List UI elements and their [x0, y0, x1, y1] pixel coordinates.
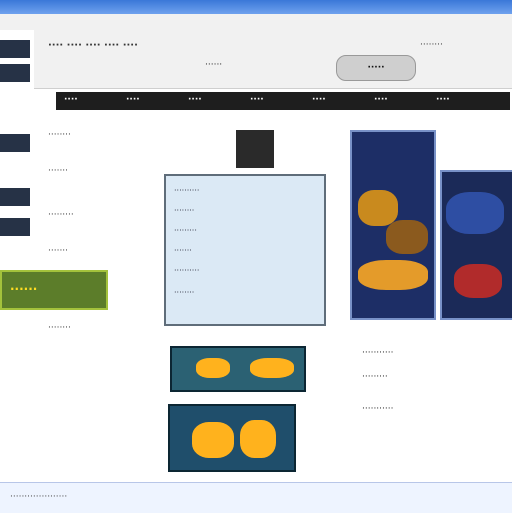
nav-item[interactable]: ···· [312, 95, 326, 105]
thumb-image [250, 358, 294, 378]
rail-block[interactable] [0, 218, 30, 236]
nav-item[interactable]: ···· [250, 95, 264, 105]
site-title: ···· ···· ···· ···· ···· [48, 40, 138, 51]
nav-item[interactable]: ···· [374, 95, 388, 105]
header-right-text: ········ [420, 40, 443, 50]
promo-banner[interactable]: ······ [0, 270, 108, 310]
left-link[interactable]: ········ [48, 323, 71, 333]
left-link[interactable]: ········ [48, 130, 71, 140]
right-text-block: ··········· ········· ··········· [360, 328, 510, 428]
rail-block[interactable] [0, 40, 30, 58]
left-link[interactable]: ······· [48, 166, 68, 176]
right-line[interactable]: ··········· [362, 404, 393, 414]
header-search-button[interactable]: ····· [336, 55, 416, 81]
main-nav: ···· ···· ···· ···· ···· ···· ···· [56, 92, 510, 110]
rail-block[interactable] [0, 134, 30, 152]
right-line[interactable]: ··········· [362, 348, 393, 358]
thumbnail[interactable] [168, 404, 296, 472]
panel-line: ·········· [174, 266, 200, 275]
photo-image [446, 192, 504, 234]
right-line[interactable]: ········· [362, 372, 388, 382]
left-rail [0, 30, 34, 490]
nav-item[interactable]: ···· [436, 95, 450, 105]
nav-item[interactable]: ···· [188, 95, 202, 105]
left-link[interactable]: ········· [48, 210, 74, 220]
photo-card[interactable] [440, 170, 512, 320]
food-image [358, 260, 428, 290]
photo-image [454, 264, 502, 298]
left-link[interactable]: ······· [48, 246, 68, 256]
footer-strip [0, 482, 512, 513]
photo-card[interactable] [350, 130, 436, 320]
footer-text: ···················· [10, 492, 68, 502]
site-subtitle: ······ [205, 60, 223, 70]
thumb-image [192, 422, 234, 458]
thumbnail[interactable] [170, 346, 306, 392]
nav-item[interactable]: ···· [64, 95, 78, 105]
browser-titlebar [0, 0, 512, 14]
thumb-image [196, 358, 230, 378]
panel-tab[interactable] [236, 130, 274, 168]
food-image [386, 220, 428, 254]
promo-text: ······ [10, 282, 38, 296]
food-image [358, 190, 398, 226]
nav-item[interactable]: ···· [126, 95, 140, 105]
content-panel: ·········· ········ ········· ······· ··… [164, 174, 326, 326]
panel-line: ········ [174, 206, 195, 215]
panel-line: ·········· [174, 186, 200, 195]
panel-line: ········· [174, 226, 197, 235]
panel-line: ········ [174, 288, 195, 297]
site-header [0, 14, 512, 89]
panel-line: ······· [174, 246, 192, 255]
thumb-image [240, 420, 276, 458]
rail-block[interactable] [0, 188, 30, 206]
rail-block[interactable] [0, 64, 30, 82]
